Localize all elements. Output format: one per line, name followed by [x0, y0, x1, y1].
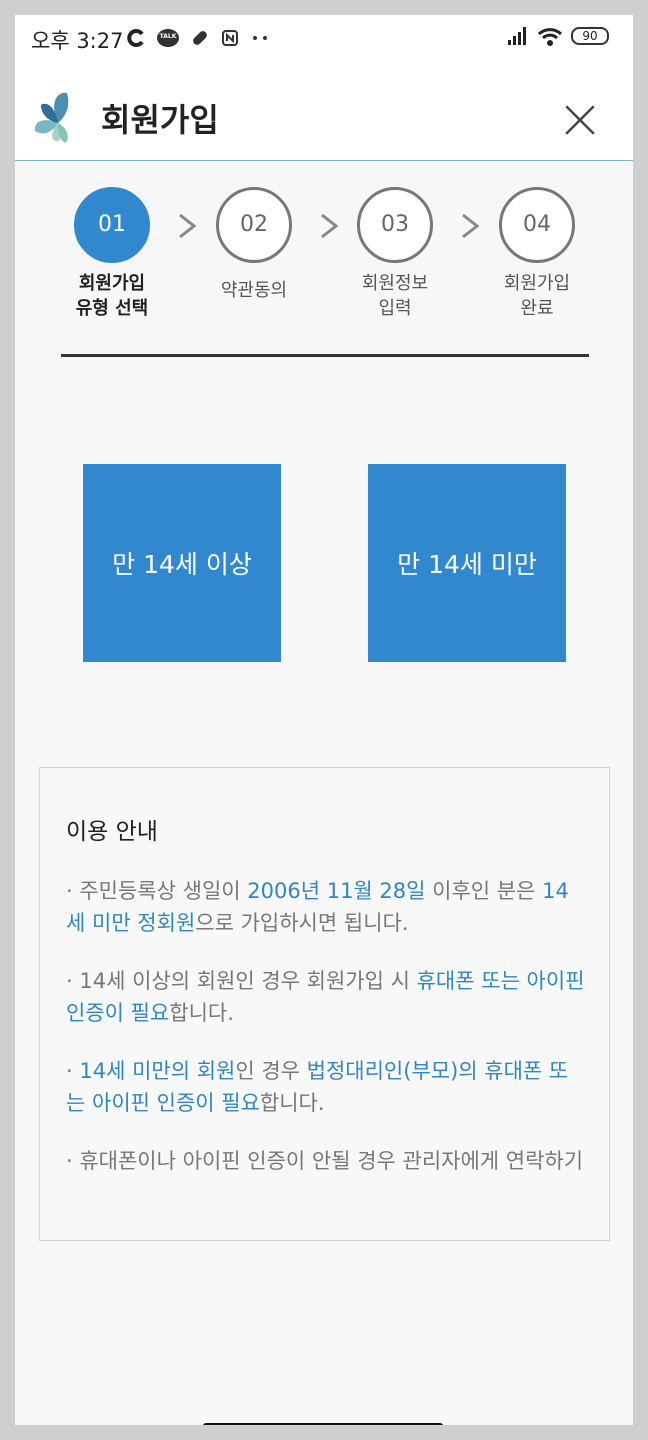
guide-text: 이후인 분은: [425, 879, 543, 903]
guide-text: 합니다.: [169, 1001, 234, 1025]
steps-divider: [61, 354, 589, 357]
kakaotalk-icon: TALK: [157, 29, 179, 47]
step-3-number: 03: [357, 187, 433, 263]
page-title: 회원가입: [101, 101, 219, 139]
notification-icons: TALK: [127, 27, 271, 49]
signup-steps: 01 회원가입 유형 선택 02 약관동의 03 회원정보 입력 04 회원가입…: [15, 161, 633, 361]
notification-app-icon: [222, 30, 238, 46]
app-screen: 오후 3:27 TALK 90 회원가입 01 회원가입 유형 선택 02 약관…: [15, 15, 633, 1425]
step-2-number: 02: [216, 187, 292, 263]
step-1: 01 회원가입 유형 선택: [52, 187, 172, 321]
step-4: 04 회원가입 완료: [477, 187, 597, 321]
home-indicator[interactable]: [203, 1423, 443, 1425]
guide-text: 인 경우: [235, 1059, 307, 1083]
usage-guide-title: 이용 안내: [66, 819, 158, 845]
wifi-icon: [537, 28, 563, 46]
page-header: 회원가입: [15, 59, 633, 161]
step-1-number: 01: [74, 187, 150, 263]
battery-indicator: 90: [571, 27, 609, 45]
step-1-label: 회원가입 유형 선택: [75, 273, 149, 319]
step-2-label: 약관동의: [220, 280, 288, 301]
usage-guide-list: · 주민등록상 생일이 2006년 11월 28일 이후인 분은 14세 미만 …: [66, 875, 586, 1203]
usage-guide-item: · 14세 미만의 회원인 경우 법정대리인(부모)의 휴대폰 또는 아이핀 인…: [66, 1055, 586, 1119]
highlight-text: 2006년 11월 28일: [247, 879, 426, 903]
usage-guide-item: · 주민등록상 생일이 2006년 11월 28일 이후인 분은 14세 미만 …: [66, 875, 586, 939]
talk-badge-text: TALK: [159, 33, 177, 40]
step-4-number: 04: [499, 187, 575, 263]
highlight-text: · 14세 미만의 회원: [66, 1059, 236, 1083]
step-2: 02 약관동의: [194, 187, 314, 303]
guide-text: 으로 가입하시면 됩니다.: [195, 911, 409, 935]
usage-guide-box: 이용 안내 · 주민등록상 생일이 2006년 11월 28일 이후인 분은 1…: [39, 767, 610, 1241]
c-app-icon: [127, 29, 144, 47]
usage-guide-item: · 14세 이상의 회원인 경우 회원가입 시 휴대폰 또는 아이핀 인증이 필…: [66, 965, 586, 1029]
close-button[interactable]: [563, 103, 597, 137]
guide-text: · 14세 이상의 회원인 경우 회원가입 시: [66, 969, 417, 993]
guide-text: · 휴대폰이나 아이핀 인증이 안될 경우 관리자에게 연락하기: [66, 1149, 584, 1173]
butterfly-logo: [34, 92, 69, 143]
over-14-button[interactable]: 만 14세 이상: [83, 464, 281, 662]
step-3: 03 회원정보 입력: [335, 187, 455, 321]
status-time: 오후 3:27: [31, 29, 124, 53]
under-14-button[interactable]: 만 14세 미만: [368, 464, 566, 662]
usage-guide-item: · 휴대폰이나 아이핀 인증이 안될 경우 관리자에게 연락하기: [66, 1145, 586, 1177]
more-dots-icon: [253, 36, 267, 40]
step-3-label: 회원정보 입력: [361, 273, 429, 319]
step-4-label: 회원가입 완료: [503, 273, 571, 319]
guide-text: · 주민등록상 생일이: [66, 879, 248, 903]
pill-icon: [193, 31, 207, 45]
signal-icon: [508, 27, 526, 45]
system-icons: 90: [507, 25, 609, 47]
status-bar: 오후 3:27 TALK 90: [15, 15, 633, 59]
guide-text: 합니다.: [259, 1091, 325, 1115]
